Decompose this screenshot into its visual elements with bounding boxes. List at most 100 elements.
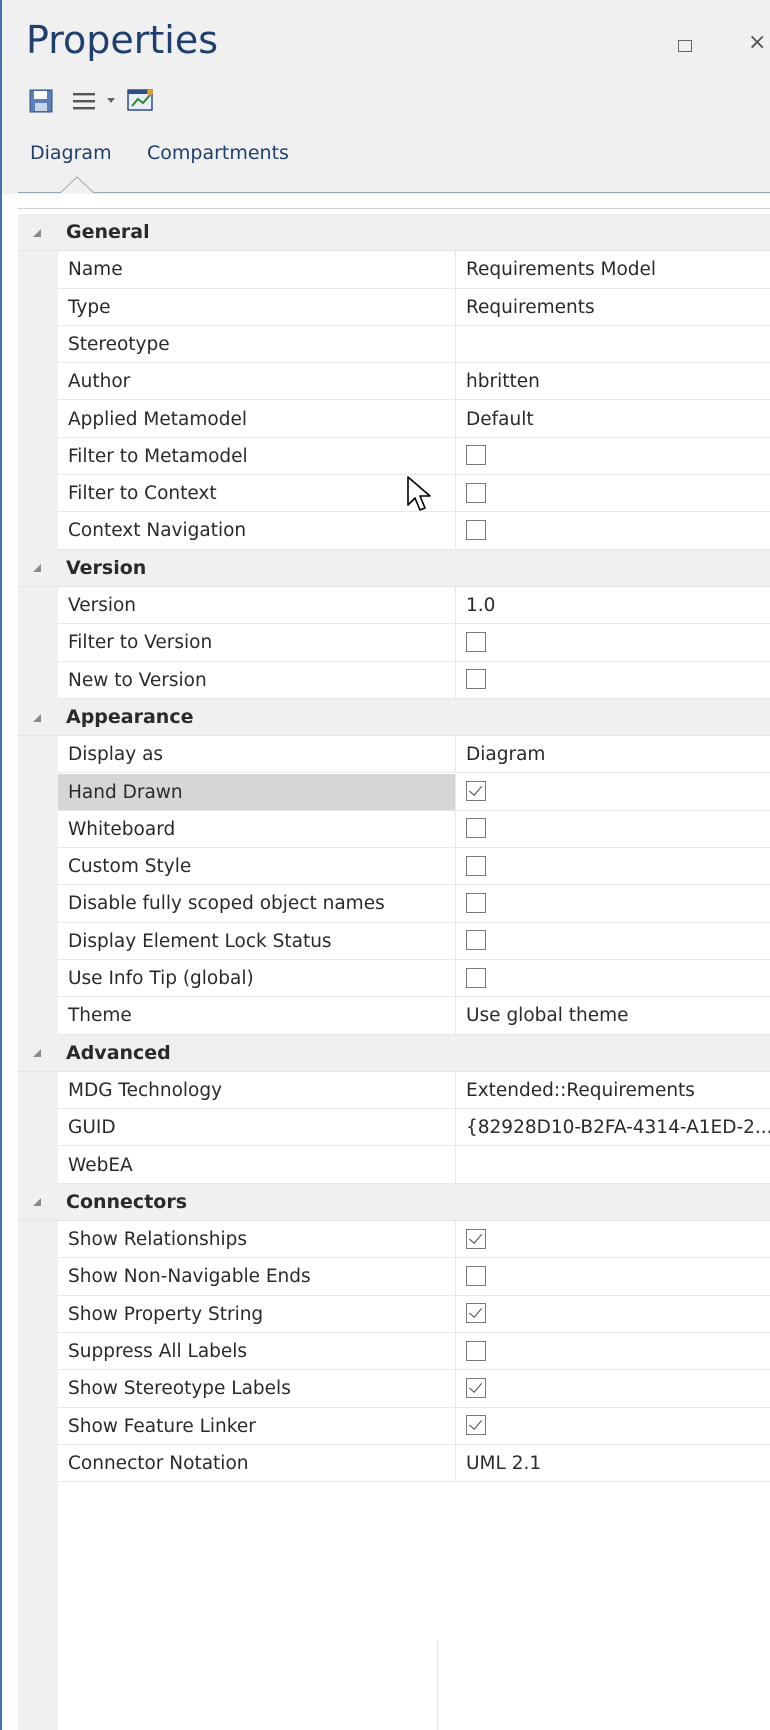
property-name[interactable]: Type bbox=[58, 289, 455, 326]
collapse-arrow-icon[interactable] bbox=[32, 228, 42, 238]
collapse-arrow-icon[interactable] bbox=[32, 563, 42, 573]
property-value[interactable]: Requirements bbox=[455, 288, 770, 326]
property-checkbox[interactable] bbox=[466, 1415, 486, 1436]
property-name[interactable]: Display Element Lock Status bbox=[58, 923, 455, 960]
property-row[interactable]: WebEA bbox=[18, 1146, 770, 1184]
property-row[interactable]: MDG Technology Extended::Requirements bbox=[18, 1071, 770, 1110]
property-row[interactable]: Type Requirements bbox=[18, 288, 770, 326]
property-checkbox[interactable] bbox=[466, 445, 486, 466]
property-row[interactable]: Show Stereotype Labels bbox=[18, 1370, 770, 1408]
property-checkbox[interactable] bbox=[466, 818, 486, 839]
property-value[interactable]: Diagram bbox=[455, 736, 770, 774]
property-value[interactable]: hbritten bbox=[455, 363, 770, 401]
property-value[interactable] bbox=[455, 960, 770, 998]
property-name[interactable]: Whiteboard bbox=[58, 811, 455, 849]
property-value[interactable] bbox=[455, 661, 770, 699]
property-checkbox[interactable] bbox=[466, 1340, 486, 1361]
property-value[interactable] bbox=[455, 773, 770, 811]
collapse-arrow-icon[interactable] bbox=[32, 1048, 42, 1058]
property-value[interactable] bbox=[455, 1146, 770, 1184]
property-name[interactable]: Name bbox=[58, 251, 455, 289]
property-value[interactable]: UML 2.1 bbox=[455, 1444, 770, 1483]
property-checkbox[interactable] bbox=[466, 781, 486, 801]
property-row[interactable]: Hand Drawn bbox=[18, 773, 770, 811]
category-connectors[interactable]: Connectors bbox=[18, 1183, 770, 1222]
property-value[interactable] bbox=[455, 1258, 770, 1296]
property-name[interactable]: Disable fully scoped object names bbox=[58, 885, 455, 923]
property-value[interactable]: Default bbox=[455, 400, 770, 438]
category-general[interactable]: General bbox=[18, 214, 770, 252]
property-row[interactable]: Filter to Context bbox=[18, 475, 770, 513]
property-name[interactable]: Show Feature Linker bbox=[58, 1408, 455, 1445]
property-checkbox[interactable] bbox=[466, 631, 486, 652]
property-name[interactable]: Display as bbox=[58, 736, 455, 774]
menu-icon[interactable] bbox=[72, 91, 96, 111]
property-value[interactable]: Requirements Model bbox=[455, 251, 770, 289]
property-value[interactable] bbox=[455, 810, 770, 849]
collapse-arrow-icon[interactable] bbox=[32, 713, 42, 723]
property-name[interactable]: Connector Notation bbox=[58, 1445, 455, 1483]
property-row[interactable]: Display as Diagram bbox=[18, 736, 770, 774]
property-value[interactable] bbox=[455, 475, 770, 513]
property-row[interactable]: Version 1.0 bbox=[18, 587, 770, 625]
property-name[interactable]: Suppress All Labels bbox=[58, 1333, 455, 1371]
property-row[interactable]: Display Element Lock Status bbox=[18, 922, 770, 960]
property-name[interactable]: Author bbox=[58, 363, 455, 401]
property-row[interactable]: Use Info Tip (global) bbox=[18, 960, 770, 998]
dropdown-arrow-icon[interactable] bbox=[106, 97, 116, 105]
property-checkbox[interactable] bbox=[466, 1377, 486, 1398]
property-name[interactable]: Custom Style bbox=[58, 848, 455, 886]
property-value[interactable] bbox=[455, 325, 770, 364]
property-row[interactable]: Custom Style bbox=[18, 848, 770, 886]
property-row[interactable]: Author hbritten bbox=[18, 363, 770, 401]
property-row[interactable]: Show Feature Linker bbox=[18, 1407, 770, 1445]
property-name[interactable]: WebEA bbox=[58, 1147, 455, 1184]
property-row[interactable]: Suppress All Labels bbox=[18, 1333, 770, 1371]
property-name[interactable]: Stereotype bbox=[58, 326, 455, 364]
property-checkbox[interactable] bbox=[466, 892, 486, 913]
property-name[interactable]: Show Non-Navigable Ends bbox=[58, 1258, 455, 1296]
property-row[interactable]: GUID {82928D10-B2FA-4314-A1ED-2... bbox=[18, 1109, 770, 1147]
property-value[interactable]: Use global theme bbox=[455, 997, 770, 1035]
property-name[interactable]: New to Version bbox=[58, 662, 455, 699]
property-value[interactable] bbox=[455, 885, 770, 923]
property-name[interactable]: Use Info Tip (global) bbox=[58, 960, 455, 998]
property-checkbox[interactable] bbox=[466, 482, 486, 503]
property-name[interactable]: Show Property String bbox=[58, 1296, 455, 1333]
save-icon[interactable] bbox=[28, 88, 54, 114]
property-checkbox[interactable] bbox=[466, 967, 486, 988]
property-value[interactable]: {82928D10-B2FA-4314-A1ED-2... bbox=[455, 1109, 770, 1147]
property-row[interactable]: Disable fully scoped object names bbox=[18, 885, 770, 923]
property-value[interactable] bbox=[455, 1407, 770, 1445]
property-name[interactable]: GUID bbox=[58, 1109, 455, 1147]
property-value[interactable] bbox=[455, 624, 770, 662]
property-checkbox[interactable] bbox=[466, 1228, 486, 1249]
property-value[interactable]: Extended::Requirements bbox=[455, 1071, 770, 1110]
tab-diagram[interactable]: Diagram bbox=[30, 142, 112, 164]
property-value[interactable] bbox=[455, 848, 770, 886]
property-value[interactable] bbox=[455, 1221, 770, 1259]
property-name[interactable]: Filter to Metamodel bbox=[58, 438, 455, 476]
property-value[interactable]: 1.0 bbox=[455, 587, 770, 625]
property-checkbox[interactable] bbox=[466, 669, 486, 690]
property-row[interactable]: Filter to Metamodel bbox=[18, 437, 770, 476]
property-value[interactable] bbox=[455, 1370, 770, 1408]
property-checkbox[interactable] bbox=[466, 1265, 486, 1286]
property-checkbox[interactable] bbox=[466, 519, 486, 540]
restore-icon[interactable] bbox=[678, 40, 692, 52]
property-name[interactable]: Applied Metamodel bbox=[58, 401, 455, 438]
property-name[interactable]: Version bbox=[58, 587, 455, 625]
property-checkbox[interactable] bbox=[466, 855, 486, 876]
property-row[interactable]: Stereotype bbox=[18, 325, 770, 364]
property-row[interactable]: Theme Use global theme bbox=[18, 997, 770, 1035]
property-row[interactable]: Whiteboard bbox=[18, 810, 770, 849]
property-name[interactable]: Filter to Version bbox=[58, 624, 455, 662]
property-value[interactable] bbox=[455, 512, 770, 550]
category-appearance[interactable]: Appearance bbox=[18, 698, 770, 737]
property-checkbox[interactable] bbox=[466, 930, 486, 951]
property-row[interactable]: Filter to Version bbox=[18, 624, 770, 662]
property-name[interactable]: Hand Drawn bbox=[58, 773, 455, 811]
property-checkbox[interactable] bbox=[466, 1303, 486, 1324]
property-row[interactable]: Show Relationships bbox=[18, 1221, 770, 1259]
property-name[interactable]: Filter to Context bbox=[58, 475, 455, 513]
